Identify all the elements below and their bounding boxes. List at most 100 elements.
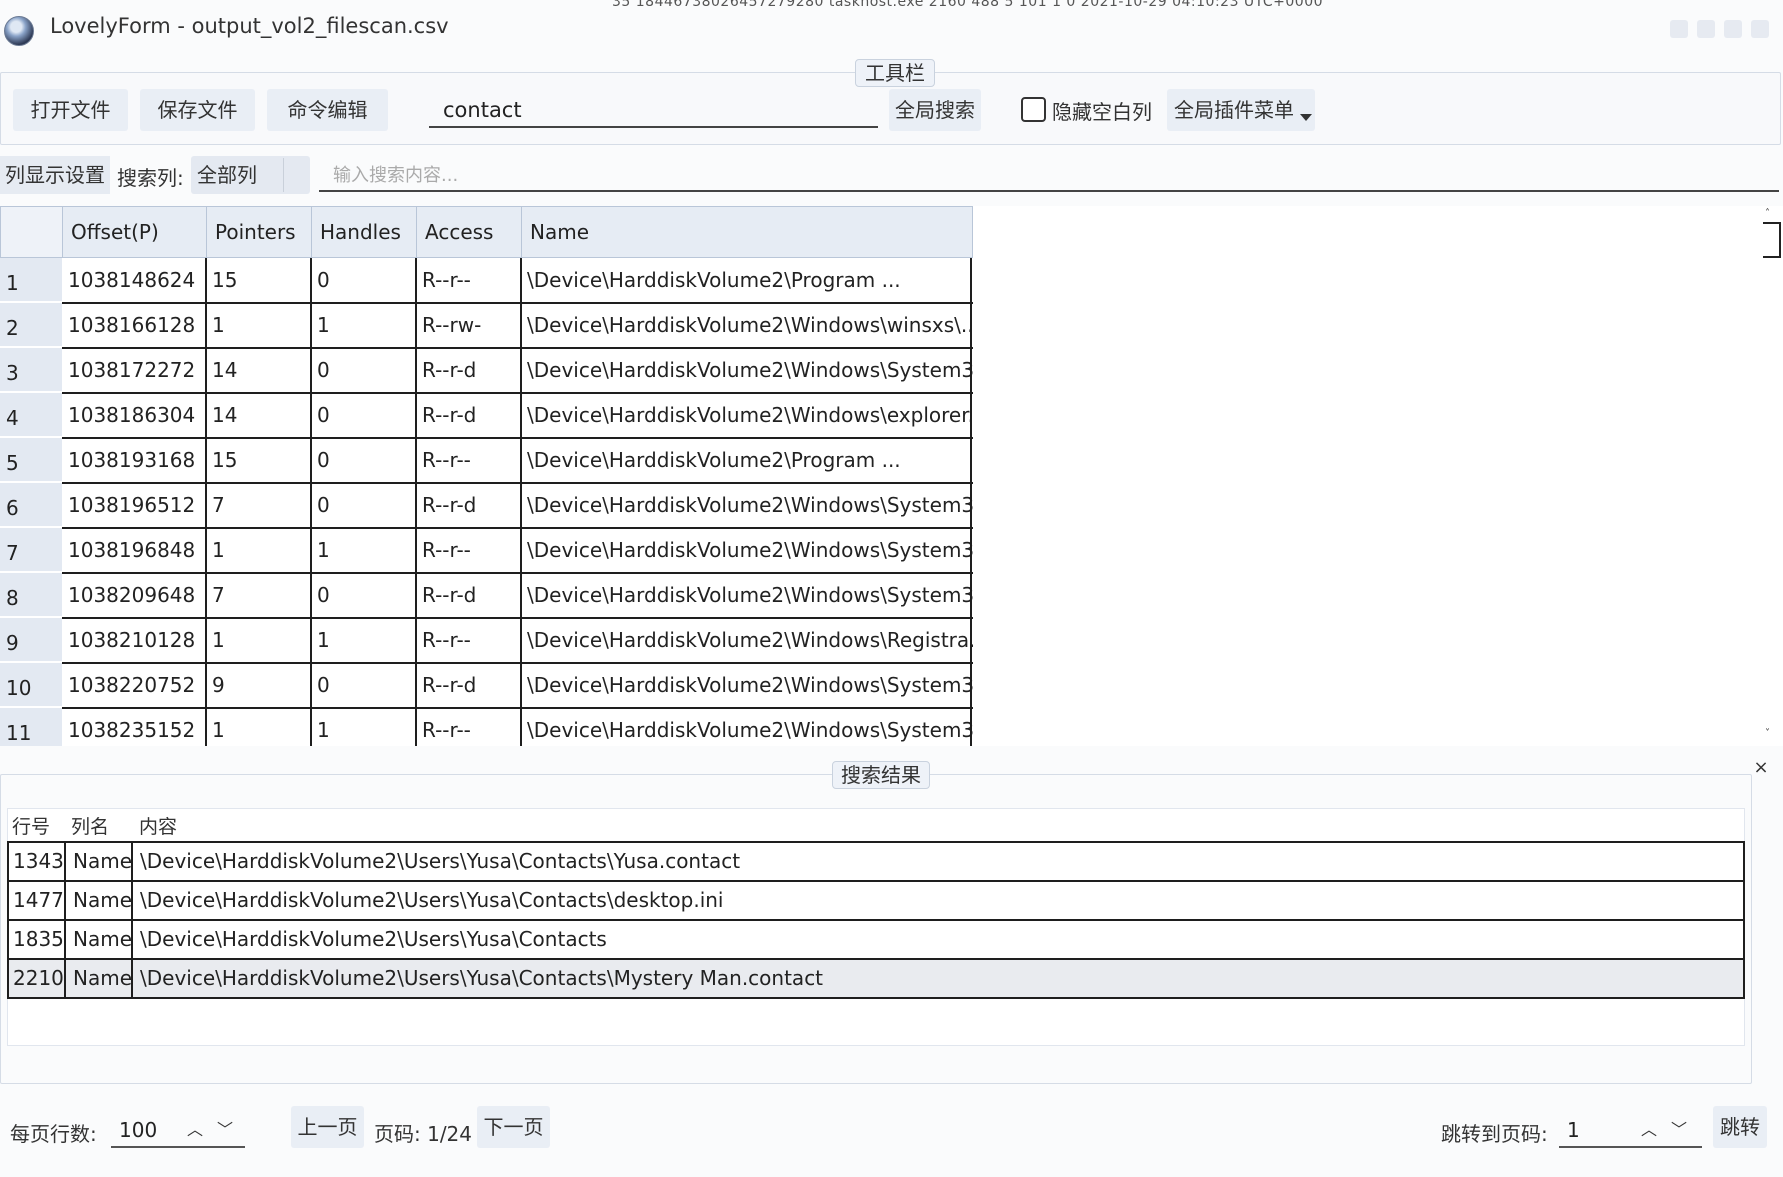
table-cell[interactable]: 9 <box>206 663 311 708</box>
table-cell[interactable]: 0 <box>311 438 416 483</box>
table-cell[interactable]: 1038235152 <box>62 708 206 746</box>
table-cell[interactable]: \Device\HarddiskVolume2\Windows\System3.… <box>521 483 973 528</box>
table-cell[interactable]: 0 <box>311 393 416 438</box>
table-cell[interactable]: R--r-d <box>416 663 521 708</box>
results-row[interactable]: 2210 Name \Device\HarddiskVolume2\Users\Yu… <box>7 958 1745 997</box>
row-number[interactable]: 5 <box>0 438 62 482</box>
table-cell[interactable]: R--r-- <box>416 258 521 303</box>
table-cell[interactable]: 1 <box>311 618 416 663</box>
global-search-button[interactable]: 全局搜索 <box>889 89 981 131</box>
table-cell[interactable]: 14 <box>206 348 311 393</box>
table-cell[interactable]: 1038220752 <box>62 663 206 708</box>
table-cell[interactable]: \Device\HarddiskVolume2\Windows\explorer… <box>521 393 973 438</box>
table-cell[interactable]: 1 <box>311 708 416 746</box>
row-number[interactable]: 11 <box>0 708 62 746</box>
table-cell[interactable]: 7 <box>206 573 311 618</box>
table-cell[interactable]: R--r-- <box>416 528 521 573</box>
close-icon[interactable] <box>1751 20 1769 38</box>
row-number[interactable]: 9 <box>0 618 62 662</box>
restore-icon[interactable] <box>1697 20 1715 38</box>
scroll-down-icon[interactable]: ˅ <box>1765 728 1770 739</box>
table-cell[interactable]: \Device\HarddiskVolume2\Program ... <box>521 258 973 303</box>
table-cell[interactable]: \Device\HarddiskVolume2\Windows\System3.… <box>521 708 973 746</box>
table-cell[interactable]: \Device\HarddiskVolume2\Windows\System3.… <box>521 573 973 618</box>
global-search-input[interactable] <box>429 94 878 128</box>
table-cell[interactable]: 1038193168 <box>62 438 206 483</box>
table-cell[interactable]: 1 <box>206 528 311 573</box>
table-cell[interactable]: 1038209648 <box>62 573 206 618</box>
table-cell[interactable]: \Device\HarddiskVolume2\Windows\winsxs\.… <box>521 303 973 348</box>
table-cell[interactable]: 1 <box>206 303 311 348</box>
spin-up-icon[interactable]: ︿ <box>1641 1114 1657 1146</box>
row-number[interactable]: 10 <box>0 663 62 707</box>
column-header-name[interactable]: Name <box>521 206 973 258</box>
table-cell[interactable]: 1038186304 <box>62 393 206 438</box>
table-cell[interactable]: 15 <box>206 258 311 303</box>
table-cell[interactable]: 0 <box>311 258 416 303</box>
row-number[interactable]: 1 <box>0 258 62 302</box>
table-cell[interactable]: R--r-- <box>416 708 521 746</box>
table-cell[interactable]: 1038196512 <box>62 483 206 528</box>
table-cell[interactable]: 14 <box>206 393 311 438</box>
row-number[interactable]: 4 <box>0 393 62 437</box>
results-row[interactable]: 1477 Name \Device\HarddiskVolume2\Users\Yu… <box>7 880 1745 919</box>
table-cell[interactable]: 1 <box>206 618 311 663</box>
table-cell[interactable]: 15 <box>206 438 311 483</box>
table-cell[interactable]: \Device\HarddiskVolume2\Windows\System3.… <box>521 528 973 573</box>
minimize-icon[interactable] <box>1670 20 1688 38</box>
next-page-button[interactable]: 下一页 <box>477 1106 550 1148</box>
spin-up-icon[interactable]: ︿ <box>187 1114 203 1146</box>
table-cell[interactable]: R--r-d <box>416 348 521 393</box>
column-settings-button[interactable]: 列显示设置 <box>0 156 110 194</box>
command-edit-button[interactable]: 命令编辑 <box>267 89 388 131</box>
table-cell[interactable]: R--rw- <box>416 303 521 348</box>
jump-button[interactable]: 跳转 <box>1713 1106 1767 1148</box>
table-cell[interactable]: R--r-- <box>416 438 521 483</box>
table-cell[interactable]: 7 <box>206 483 311 528</box>
open-file-button[interactable]: 打开文件 <box>13 89 128 131</box>
save-file-button[interactable]: 保存文件 <box>140 89 255 131</box>
table-cell[interactable]: R--r-- <box>416 618 521 663</box>
table-cell[interactable]: 1 <box>311 303 416 348</box>
table-cell[interactable]: 0 <box>311 348 416 393</box>
search-column-select[interactable]: 全部列 <box>191 156 310 194</box>
table-cell[interactable]: 0 <box>311 663 416 708</box>
scroll-up-icon[interactable]: ˄ <box>1765 208 1770 219</box>
scrollbar-thumb[interactable] <box>1763 222 1781 258</box>
close-results-icon[interactable]: × <box>1749 757 1773 781</box>
column-header-access[interactable]: Access <box>416 206 522 258</box>
table-cell[interactable]: 1038166128 <box>62 303 206 348</box>
results-row[interactable]: 1343 Name \Device\HarddiskVolume2\Users\Yu… <box>7 841 1745 880</box>
row-number[interactable]: 7 <box>0 528 62 572</box>
prev-page-button[interactable]: 上一页 <box>291 1106 364 1148</box>
table-cell[interactable]: 1038210128 <box>62 618 206 663</box>
goto-page-spinbox[interactable]: 1 ︿ ﹀ <box>1559 1114 1702 1148</box>
plugin-menu-button[interactable]: 全局插件菜单 <box>1167 89 1315 131</box>
vertical-scrollbar[interactable]: ˄ ˅ <box>1749 206 1783 746</box>
table-cell[interactable]: 0 <box>311 573 416 618</box>
rows-per-page-spinbox[interactable]: 100 ︿ ﹀ <box>111 1114 245 1148</box>
row-number[interactable]: 8 <box>0 573 62 617</box>
table-cell[interactable]: \Device\HarddiskVolume2\Windows\System3.… <box>521 348 973 393</box>
column-search-input[interactable] <box>319 160 1779 192</box>
table-cell[interactable]: 1 <box>311 528 416 573</box>
row-number[interactable]: 2 <box>0 303 62 347</box>
table-cell[interactable]: R--r-d <box>416 483 521 528</box>
spin-down-icon[interactable]: ﹀ <box>217 1114 233 1146</box>
results-row[interactable]: 1835 Name \Device\HarddiskVolume2\Users\Yu… <box>7 919 1745 958</box>
maximize-icon[interactable] <box>1724 20 1742 38</box>
table-cell[interactable]: R--r-d <box>416 573 521 618</box>
table-cell[interactable]: 0 <box>311 483 416 528</box>
hide-empty-columns-checkbox[interactable] <box>1021 97 1046 122</box>
table-cell[interactable]: 1038196848 <box>62 528 206 573</box>
table-cell[interactable]: \Device\HarddiskVolume2\Windows\Registra… <box>521 618 973 663</box>
spin-down-icon[interactable]: ﹀ <box>1671 1114 1687 1146</box>
table-cell[interactable]: 1038172272 <box>62 348 206 393</box>
row-number[interactable]: 3 <box>0 348 62 392</box>
table-cell[interactable]: \Device\HarddiskVolume2\Program ... <box>521 438 973 483</box>
column-header-pointers[interactable]: Pointers <box>206 206 312 258</box>
row-number[interactable]: 6 <box>0 483 62 527</box>
column-header-handles[interactable]: Handles <box>311 206 417 258</box>
table-cell[interactable]: \Device\HarddiskVolume2\Windows\System3.… <box>521 663 973 708</box>
table-cell[interactable]: R--r-d <box>416 393 521 438</box>
